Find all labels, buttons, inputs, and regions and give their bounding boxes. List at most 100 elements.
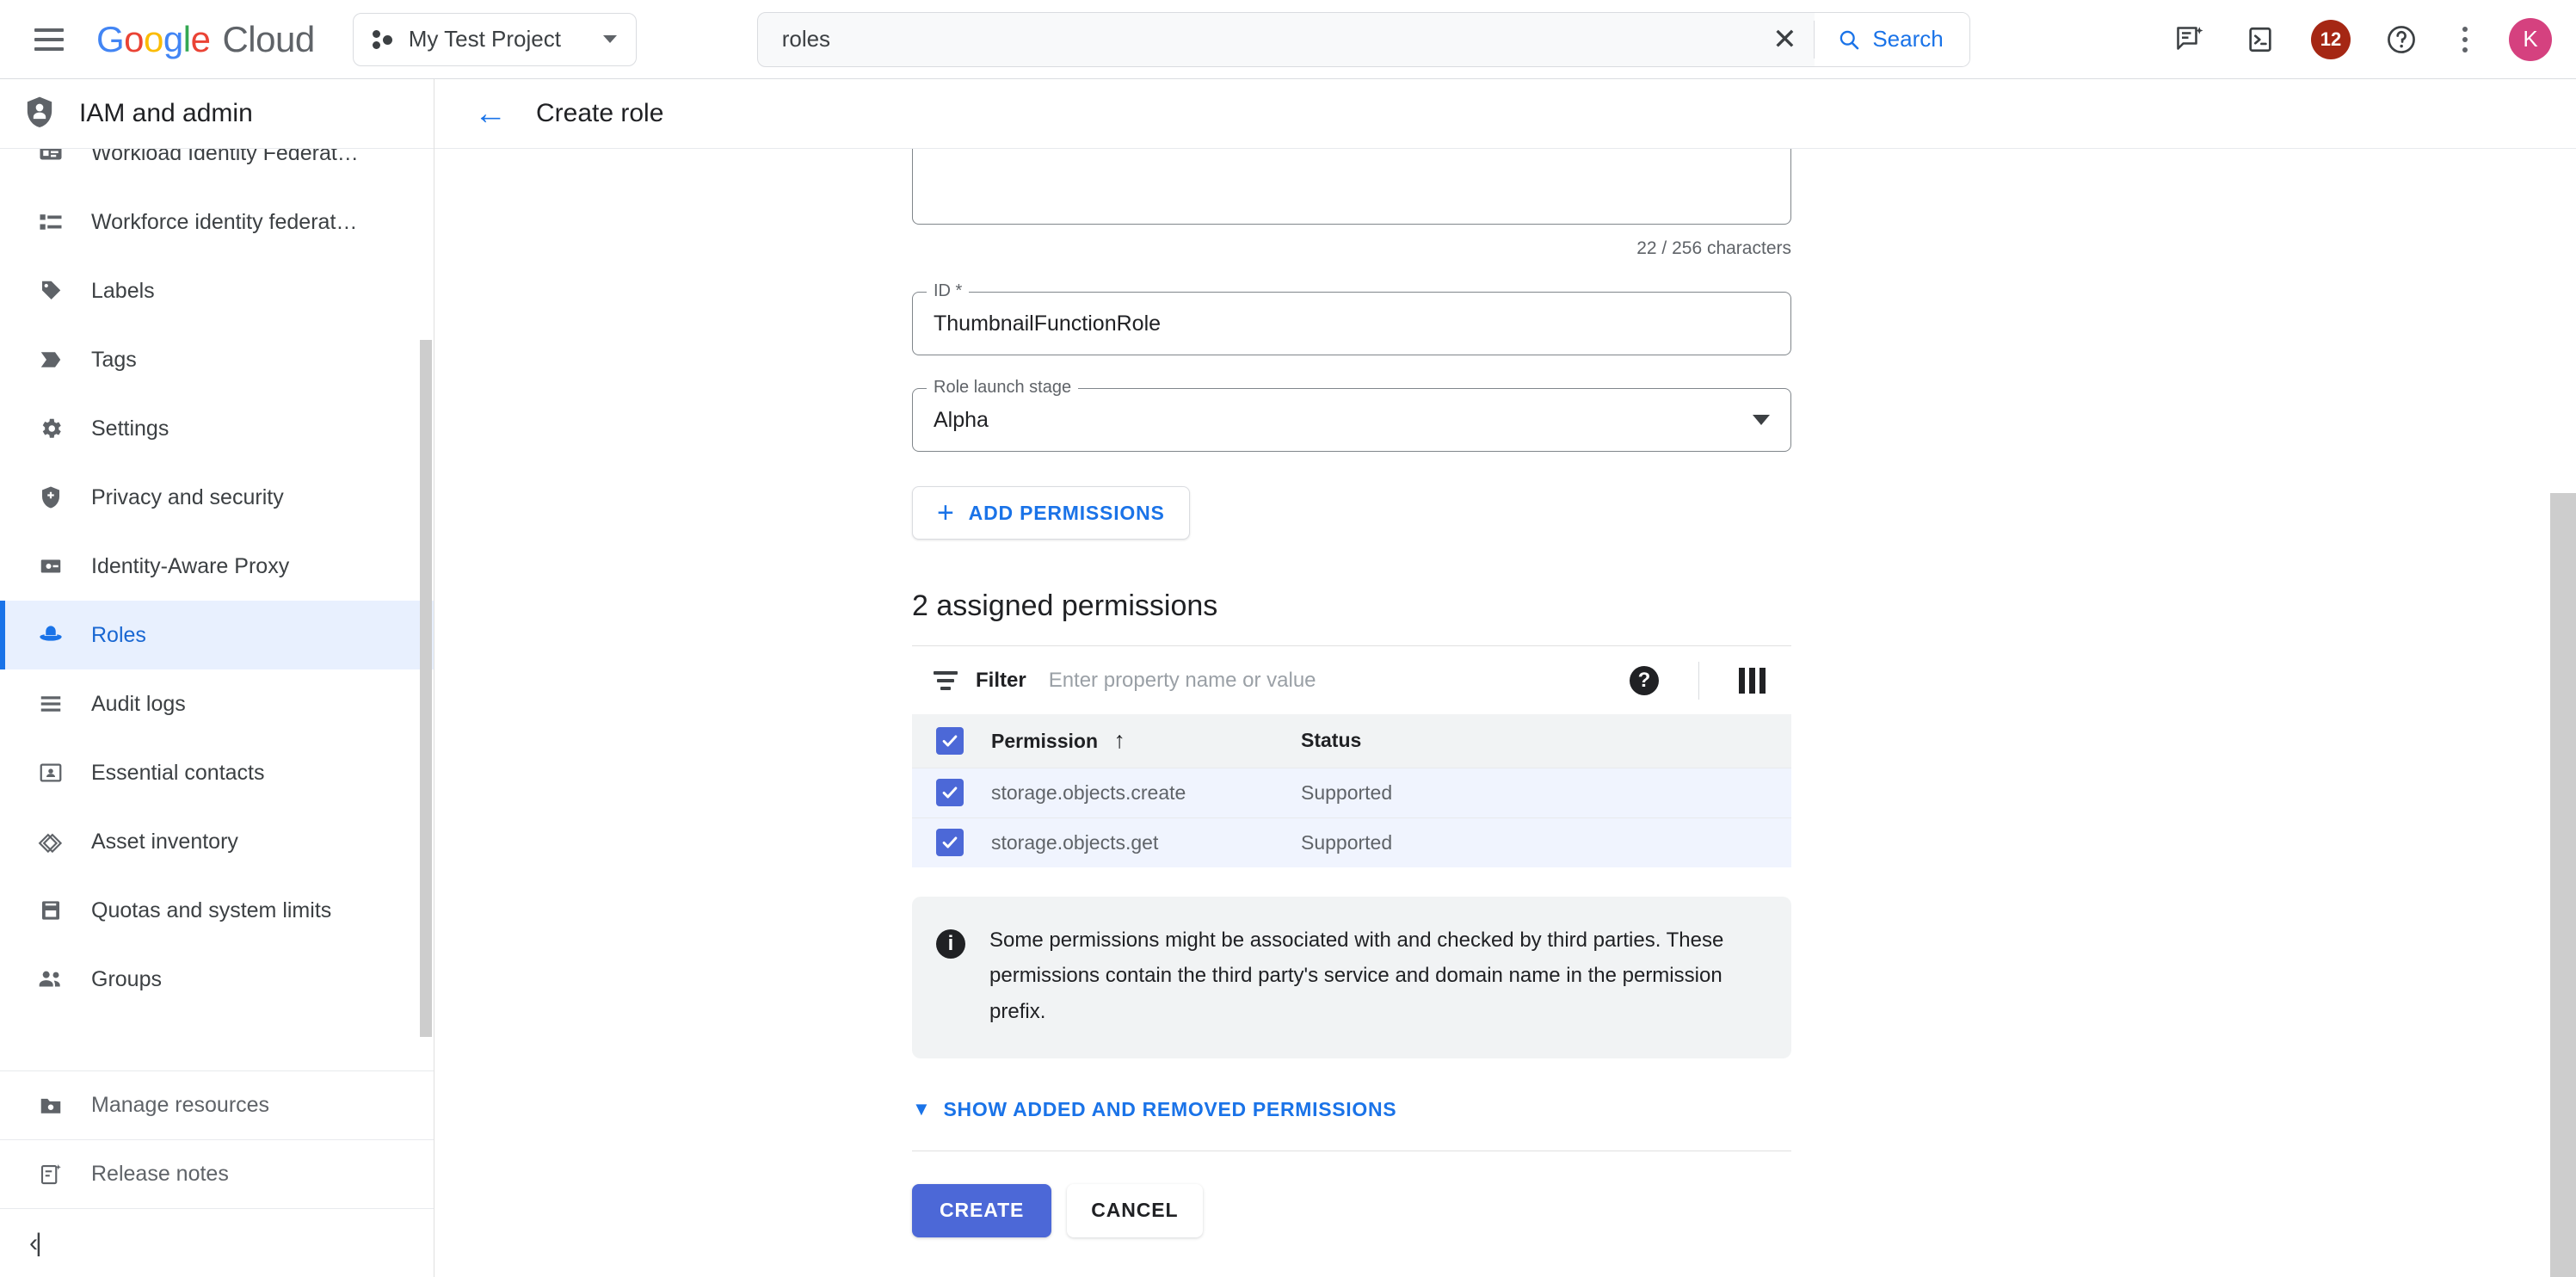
role-launch-stage-select[interactable]: Role launch stage Alpha [912, 378, 1791, 452]
google-cloud-logo[interactable]: Google Cloud [96, 19, 315, 60]
create-role-form: 22 / 256 characters ID * ThumbnailFuncti… [912, 149, 1791, 1277]
table-row[interactable]: storage.objects.create Supported [912, 768, 1791, 817]
create-button[interactable]: CREATE [912, 1183, 1052, 1237]
sidebar-item-groups[interactable]: Groups [0, 945, 434, 1014]
sidebar-item-label: Workforce identity federat… [91, 209, 358, 234]
asset-inventory-icon [36, 827, 65, 856]
status-column-header[interactable]: Status [1301, 714, 1791, 768]
sidebar-item-identity-aware-proxy[interactable]: Identity-Aware Proxy [0, 532, 434, 601]
help-icon[interactable] [2382, 20, 2421, 59]
sidebar-item-asset-inventory[interactable]: Asset inventory [0, 807, 434, 876]
sort-ascending-icon: ↑ [1113, 727, 1125, 754]
sidebar-title: IAM and admin [79, 99, 253, 127]
sidebar-item-release-notes[interactable]: Release notes [0, 1139, 434, 1208]
add-permissions-button[interactable]: + ADD PERMISSIONS [912, 486, 1190, 540]
label-icon [36, 276, 65, 305]
page-header: ← Create role [434, 79, 2576, 149]
sidebar-item-label: Identity-Aware Proxy [91, 553, 290, 578]
table-filter-bar: Filter ? [912, 645, 1791, 714]
project-selector[interactable]: My Test Project [352, 12, 637, 66]
status-cell: Supported [1301, 817, 1791, 867]
project-selector-icon [372, 28, 395, 51]
select-all-cell [912, 714, 991, 768]
project-name: My Test Project [408, 26, 561, 52]
iap-icon [36, 552, 65, 581]
sidebar-scroll-area: Workload Identity Federat… Workforce ide… [0, 149, 434, 1070]
info-note-text: Some permissions might be associated wit… [989, 928, 1724, 1023]
role-id-label: ID * [927, 281, 970, 301]
sidebar-item-workload-identity-federation[interactable]: Workload Identity Federat… [0, 149, 434, 188]
sidebar-item-label: Labels [91, 278, 155, 303]
search-icon [1840, 30, 1859, 49]
role-id-field[interactable]: ID * ThumbnailFunctionRole [912, 281, 1791, 355]
hamburger-menu-icon[interactable] [29, 20, 69, 59]
permission-column-header[interactable]: Permission ↑ [991, 714, 1301, 768]
sidebar-item-label: Audit logs [91, 691, 186, 716]
account-avatar[interactable]: K [2509, 17, 2552, 61]
brand-cloud-text: Cloud [222, 18, 315, 59]
info-icon: i [936, 929, 965, 959]
workload-identity-icon [36, 149, 65, 168]
permission-status: Supported [1301, 780, 1393, 804]
sidebar-header: IAM and admin [0, 79, 434, 149]
sidebar-scrollbar[interactable] [420, 340, 432, 1037]
add-permissions-label: ADD PERMISSIONS [968, 501, 1165, 524]
cloud-shell-icon[interactable] [2240, 20, 2280, 59]
release-notes-icon[interactable] [2170, 20, 2209, 59]
select-all-checkbox[interactable] [936, 726, 964, 755]
search-button[interactable]: Search [1815, 12, 1969, 66]
row-checkbox[interactable] [936, 829, 964, 857]
search-button-label: Search [1872, 26, 1944, 52]
sidebar-item-manage-resources[interactable]: Manage resources [0, 1070, 434, 1139]
filter-icon[interactable] [933, 668, 958, 694]
sidebar-item-label: Privacy and security [91, 484, 284, 509]
column-display-options-icon[interactable] [1739, 667, 1766, 694]
permissions-table: Permission ↑ Status storage.objects.crea… [912, 714, 1791, 867]
sidebar-item-audit-logs[interactable]: Audit logs [0, 669, 434, 738]
more-options-icon[interactable] [2452, 20, 2478, 59]
chevron-down-icon: ▼ [912, 1098, 932, 1120]
sidebar-item-labels[interactable]: Labels [0, 256, 434, 325]
roles-hat-icon [36, 620, 65, 650]
back-arrow-icon[interactable]: ← [474, 97, 507, 130]
sidebar-item-roles[interactable]: Roles [0, 601, 434, 669]
collapse-sidebar-button[interactable]: ‹| [0, 1208, 434, 1277]
app-body: IAM and admin Workload Identity Federat…… [0, 79, 2576, 1277]
chevron-down-icon [602, 35, 617, 43]
permission-name: storage.objects.create [991, 780, 1186, 804]
sidebar-item-label: Roles [91, 622, 146, 647]
plus-icon: + [937, 497, 955, 529]
top-app-bar: Google Cloud My Test Project ✕ Search [0, 0, 2576, 79]
permission-status: Supported [1301, 830, 1393, 854]
groups-icon [36, 965, 65, 994]
sidebar-item-tags[interactable]: Tags [0, 325, 434, 394]
sidebar-item-label: Quotas and system limits [91, 898, 332, 922]
show-added-removed-permissions-link[interactable]: ▼ SHOW ADDED AND REMOVED PERMISSIONS [912, 1098, 1396, 1121]
main-content: ← Create role 22 / 256 characters ID * T… [434, 79, 2576, 1277]
sidebar-item-quotas-and-system-limits[interactable]: Quotas and system limits [0, 876, 434, 945]
clear-search-icon[interactable]: ✕ [1755, 13, 1814, 66]
sidebar-item-settings[interactable]: Settings [0, 394, 434, 463]
role-launch-stage-label: Role launch stage [927, 378, 1079, 398]
main-scrollbar[interactable] [2550, 493, 2576, 1277]
row-select-cell [912, 817, 991, 867]
filter-label: Filter [976, 668, 1026, 692]
sidebar-item-privacy-and-security[interactable]: Privacy and security [0, 463, 434, 532]
audit-logs-icon [36, 689, 65, 719]
collapse-icon: ‹| [29, 1228, 42, 1257]
notifications-badge[interactable]: 12 [2311, 19, 2351, 59]
shield-icon [36, 483, 65, 512]
row-checkbox[interactable] [936, 779, 964, 806]
search-input[interactable] [757, 12, 1756, 66]
sidebar-item-essential-contacts[interactable]: Essential contacts [0, 738, 434, 807]
row-select-cell [912, 768, 991, 817]
filter-input[interactable] [1048, 668, 1612, 693]
table-row[interactable]: storage.objects.get Supported [912, 817, 1791, 867]
sidebar-item-label: Essential contacts [91, 760, 265, 785]
description-textarea[interactable] [912, 149, 1791, 225]
status-cell: Supported [1301, 768, 1791, 817]
cancel-button[interactable]: CANCEL [1067, 1183, 1203, 1237]
sidebar-item-label: Workload Identity Federat… [91, 149, 359, 165]
sidebar-item-workforce-identity-federation[interactable]: Workforce identity federat… [0, 188, 434, 256]
filter-help-icon[interactable]: ? [1630, 665, 1659, 695]
